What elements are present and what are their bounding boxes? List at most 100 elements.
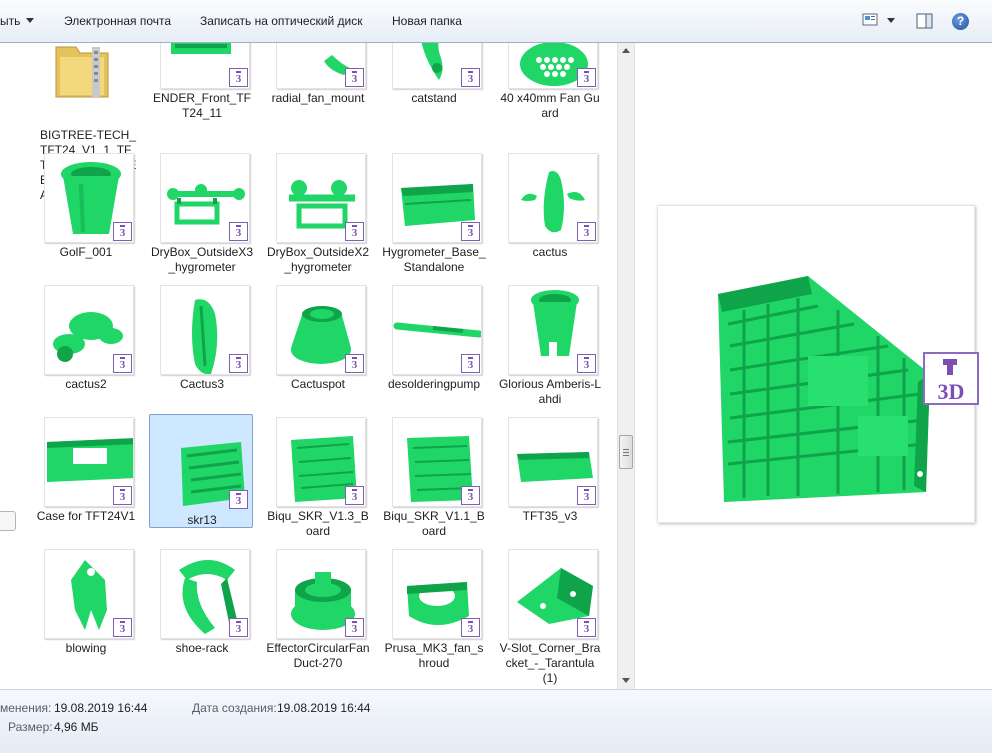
file-item[interactable]: 3 EffectorCircularFanDuct-270 [266,543,370,670]
file-thumbnail: 3 [276,549,366,639]
svg-text:3: 3 [352,73,358,85]
file-thumbnail: 3 [160,153,250,243]
3d-builder-icon: 3 [461,354,480,373]
3d-builder-icon: 3 [577,68,596,87]
scroll-down-icon[interactable] [622,678,630,683]
email-button[interactable]: Электронная почта [64,14,171,28]
file-item[interactable]: 3 TFT35_v3 [498,411,602,525]
svg-text:3: 3 [236,623,242,635]
help-icon[interactable]: ? [952,13,969,30]
svg-text:3: 3 [120,491,126,503]
file-item[interactable]: 3 Prusa_MK3_fan_shroud [382,543,486,670]
file-thumbnail: 3 [160,285,250,375]
svg-text:3: 3 [236,359,242,371]
vertical-scrollbar[interactable] [617,43,634,689]
svg-text:3: 3 [584,359,590,371]
new-folder-button[interactable]: Новая папка [392,14,462,28]
view-options-chevron-icon[interactable] [887,18,895,23]
file-thumbnail: 3 [392,417,482,507]
file-item-selected[interactable]: 3 skr13 [149,414,253,528]
scroll-up-icon[interactable] [622,48,630,53]
3d-builder-icon: 3 [113,222,132,241]
file-name: Cactuspot [290,377,346,391]
3d-builder-icon: 3 [461,222,480,241]
file-name: DryBox_OutsideX2_hygrometer [266,245,370,274]
navigation-pane [0,43,24,689]
svg-text:3: 3 [236,73,242,85]
file-name: 40 x40mm Fan Guard [500,91,600,120]
file-item[interactable]: 3 Biqu_SKR_V1.1_Board [382,411,486,538]
file-item[interactable]: 3 Hygrometer_Base_Standalone [382,147,486,274]
scrollbar-thumb[interactable] [619,435,633,469]
file-item[interactable]: BIGTREE-TECH_TFT24_V1_1_TFT_TOUCH_SCREEN… [34,43,138,202]
file-thumbnail: 3 [508,43,598,89]
3d-builder-icon: 3 [229,354,248,373]
file-item[interactable]: 3 cactus2 [34,279,138,393]
file-name: cactus2 [65,377,107,391]
file-name: ENDER_Front_TFT24_11 [152,91,252,120]
file-thumbnail: 3 [276,43,366,89]
change-view-icon[interactable] [862,12,880,30]
file-item[interactable]: 3 40 x40mm Fan Guard [498,43,602,120]
file-thumbnail: 3 [44,153,134,243]
svg-text:3D: 3D [938,379,965,403]
file-item[interactable]: 3 DryBox_OutsideX3_hygrometer [150,147,254,274]
svg-text:3: 3 [584,491,590,503]
file-item[interactable]: 3 V-Slot_Corner_Bracket_-_Tarantula (1) [498,543,602,685]
file-item[interactable]: 3 Cactuspot [266,279,370,393]
preview-pane-toggle-icon[interactable] [916,12,934,30]
file-name: V-Slot_Corner_Bracket_-_Tarantula (1) [499,641,601,685]
3d-builder-icon: 3 [461,618,480,637]
file-name: Hygrometer_Base_Standalone [382,245,486,274]
svg-text:3: 3 [352,227,358,239]
3d-builder-icon: 3 [345,222,364,241]
svg-text:3: 3 [468,623,474,635]
svg-text:3: 3 [468,359,474,371]
svg-text:3: 3 [120,623,126,635]
file-item[interactable]: 3 Glorious Amberis-Lahdi [498,279,602,406]
file-item[interactable]: 3 radial_fan_mount [266,43,370,107]
burn-disc-button[interactable]: Записать на оптический диск [200,14,363,28]
file-name: Case for TFT24V1 [36,509,136,523]
3d-builder-icon: 3 [461,486,480,505]
3d-builder-icon: 3 [113,354,132,373]
file-item[interactable]: 3 desolderingpump [382,279,486,393]
svg-text:3: 3 [120,359,126,371]
size-label: Размер: [8,720,53,734]
file-name: Prusa_MK3_fan_shroud [384,641,484,670]
open-menu-button[interactable]: ыть [0,14,20,28]
file-item[interactable]: 3 blowing [34,543,138,657]
svg-text:3: 3 [120,227,126,239]
3d-builder-icon: 3 [345,618,364,637]
file-item[interactable]: 3 ENDER_Front_TFT24_11 [150,43,254,120]
file-item[interactable]: 3 Cactus3 [150,279,254,393]
file-name: radial_fan_mount [271,91,365,105]
3d-builder-icon: 3 [461,68,480,87]
file-item[interactable]: 3 cactus [498,147,602,261]
file-item[interactable]: 3 Biqu_SKR_V1.3_Board [266,411,370,538]
svg-text:3: 3 [352,491,358,503]
file-item[interactable]: 3 DryBox_OutsideX2_hygrometer [266,147,370,274]
file-thumbnail: 3 [44,285,134,375]
svg-text:3: 3 [584,227,590,239]
file-item[interactable]: 3 Case for TFT24V1 [34,411,138,525]
file-name: catstand [411,91,457,105]
file-thumbnail: 3 [392,43,482,89]
file-item[interactable]: 3 GolF_001 [34,147,138,261]
3d-builder-icon: 3 [577,486,596,505]
file-item[interactable]: 3 catstand [382,43,486,107]
svg-text:3: 3 [584,73,590,85]
file-name: DryBox_OutsideX3_hygrometer [150,245,254,274]
3d-builder-icon: 3 [113,486,132,505]
details-pane: менения: 19.08.2019 16:44 Дата создания:… [0,689,992,753]
3d-builder-icon: 3 [229,68,248,87]
svg-text:3: 3 [352,623,358,635]
3d-builder-icon: 3 [229,490,248,509]
file-name: blowing [65,641,107,655]
chevron-down-icon[interactable] [26,18,34,23]
nav-collapse-handle[interactable] [0,511,16,531]
file-thumbnail: 3 [392,549,482,639]
file-thumbnail: 3 [44,417,134,507]
file-item[interactable]: 3 shoe-rack [150,543,254,657]
3d-builder-icon: 3 [345,486,364,505]
